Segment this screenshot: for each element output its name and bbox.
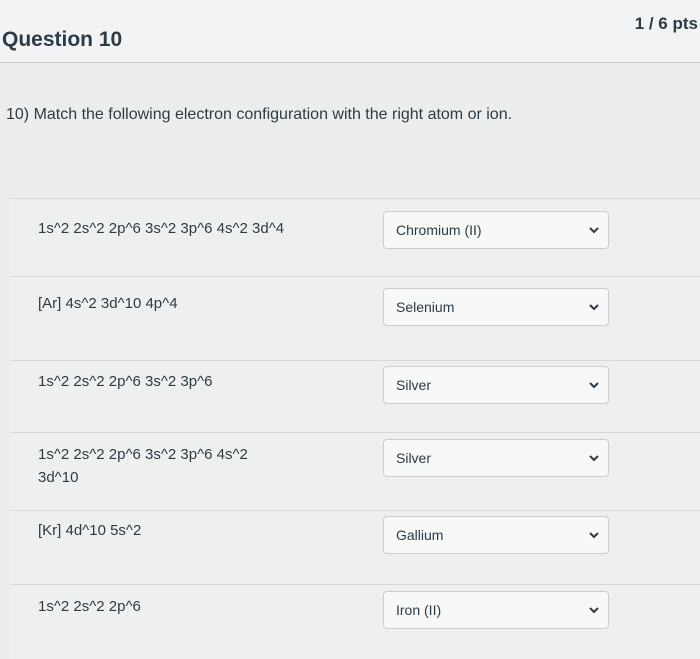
match-prompt: 1s^2 2s^2 2p^6 3s^2 3p^6 4s^2 3d^4 [38, 220, 285, 237]
answer-select[interactable]: Iron (II) [383, 591, 609, 629]
answer-select[interactable]: Silver [383, 439, 609, 477]
answer-select[interactable]: Silver [383, 366, 609, 404]
question-header: Question 10 1 / 6 pts [0, 0, 700, 63]
chevron-down-icon [589, 607, 599, 614]
answer-select[interactable]: Selenium [383, 288, 609, 326]
match-prompt: 1s^2 2s^2 2p^6 [38, 598, 141, 615]
match-row: [Ar] 4s^2 3d^10 4p^4 Selenium [10, 276, 700, 361]
match-prompt: 1s^2 2s^2 2p^6 3s^2 3p^6 [38, 373, 213, 390]
chevron-down-icon [589, 227, 599, 234]
chevron-down-icon [589, 532, 599, 539]
match-row: [Kr] 4d^10 5s^2 Gallium [10, 510, 700, 585]
answer-select-value: Silver [396, 377, 432, 393]
question-prompt: 10) Match the following electron configu… [6, 106, 513, 123]
answer-select[interactable]: Chromium (II) [383, 211, 609, 249]
match-row: 1s^2 2s^2 2p^6 Iron (II) [10, 584, 700, 659]
chevron-down-icon [589, 455, 599, 462]
match-prompt: [Ar] 4s^2 3d^10 4p^4 [38, 295, 178, 312]
chevron-down-icon [589, 382, 599, 389]
match-prompt: [Kr] 4d^10 5s^2 [38, 522, 142, 539]
answer-select-value: Gallium [396, 527, 444, 543]
question-points: 1 / 6 pts [634, 14, 698, 33]
chevron-down-icon [589, 304, 599, 311]
answer-select[interactable]: Gallium [383, 516, 609, 554]
question-title: Question 10 [2, 28, 123, 51]
answer-select-value: Chromium (II) [396, 222, 482, 238]
answer-select-value: Silver [396, 450, 432, 466]
match-prompt: 1s^2 2s^2 2p^6 3s^2 3p^6 4s^2 3d^10 [38, 446, 248, 486]
match-row: 1s^2 2s^2 2p^6 3s^2 3p^6 4s^2 3d^4 Chrom… [10, 198, 700, 277]
answer-select-value: Selenium [396, 299, 455, 315]
match-row: 1s^2 2s^2 2p^6 3s^2 3p^6 4s^2 3d^10 Silv… [10, 432, 700, 511]
answer-select-value: Iron (II) [396, 602, 442, 618]
match-row: 1s^2 2s^2 2p^6 3s^2 3p^6 Silver [10, 360, 700, 433]
